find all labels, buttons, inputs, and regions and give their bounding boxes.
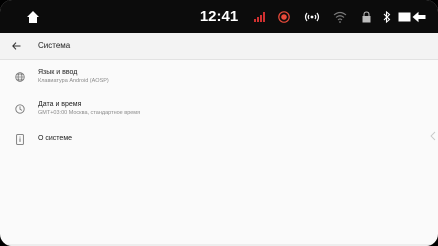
globe-icon [14,71,26,83]
settings-item-subtitle: GMT+03:00 Москва, стандартное время [38,110,141,116]
page-title: Система [38,41,71,50]
edge-drawer-handle-icon[interactable] [430,128,436,141]
settings-item-text: Язык и ввод Клавиатура Android (AOSP) [38,68,109,85]
home-icon[interactable] [22,0,44,33]
settings-item-date-time[interactable]: Дата и время GMT+03:00 Москва, стандартн… [0,93,438,126]
radio-icon [302,0,322,33]
back-icon[interactable] [408,0,430,33]
settings-item-text: О системе [38,134,72,143]
settings-item-subtitle: Клавиатура Android (AOSP) [38,78,109,84]
settings-item-title: О системе [38,135,73,142]
settings-item-title: Язык и ввод [38,69,78,76]
signal-off-icon [252,0,268,33]
status-bar: 12:41 [0,0,438,33]
app-bar: Система [0,33,438,60]
wifi-icon [331,0,349,33]
bluetooth-icon [380,0,394,33]
settings-item-language[interactable]: Язык и ввод Клавиатура Android (AOSP) [0,60,438,93]
clock-icon [14,103,26,115]
settings-item-text: Дата и время GMT+03:00 Москва, стандартн… [38,100,140,117]
settings-item-title: Дата и время [38,101,82,108]
settings-item-about[interactable]: О системе [0,126,438,159]
back-arrow-icon[interactable] [8,33,24,59]
clock-time: 12:41 [199,8,239,25]
lock-icon [359,0,373,33]
settings-list: Язык и ввод Клавиатура Android (AOSP) Да… [0,60,438,159]
record-icon [276,0,292,33]
screen: 12:41 Система Язык и ввод Клавиатура And… [0,0,438,246]
phone-info-icon [14,133,26,145]
